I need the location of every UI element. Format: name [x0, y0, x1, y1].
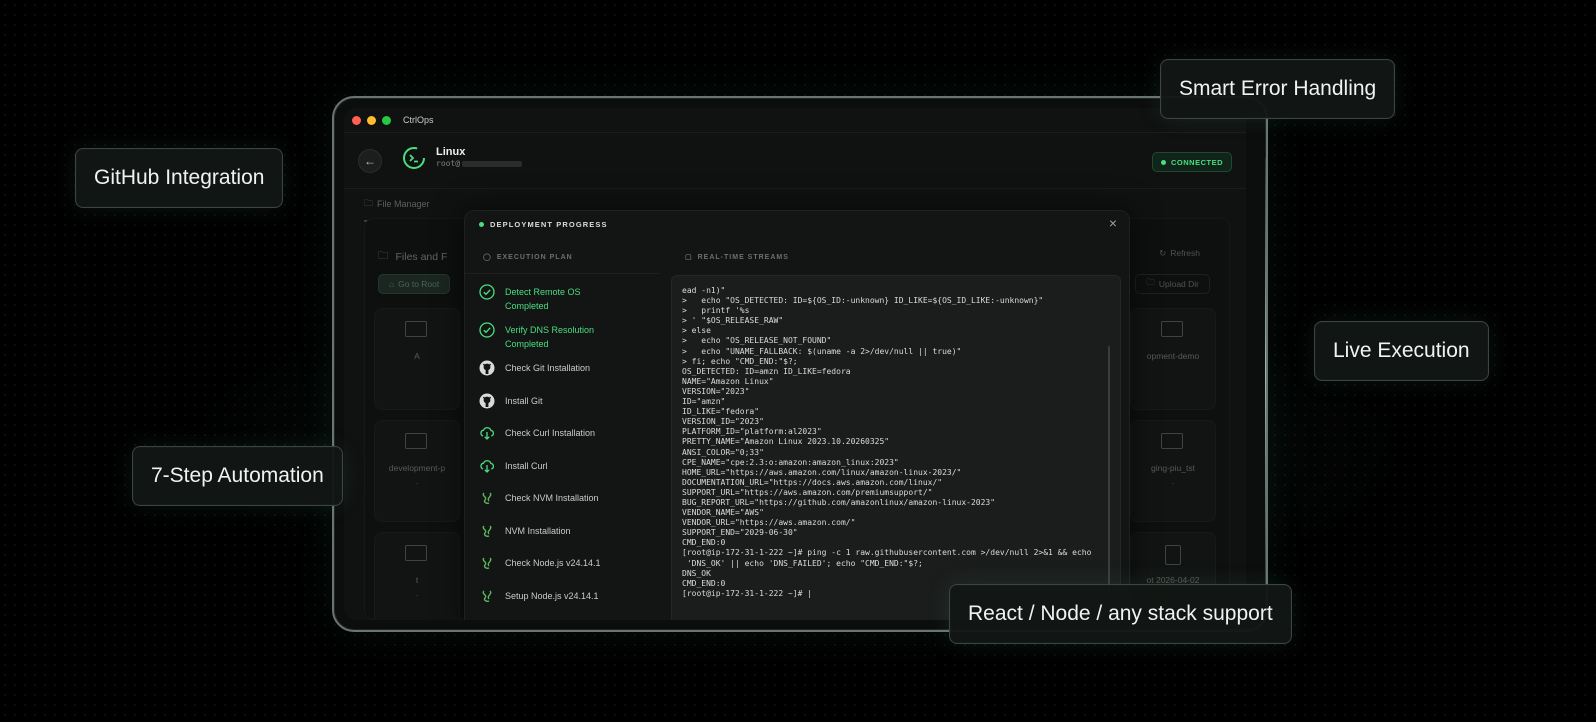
file-card[interactable]: development-p -	[374, 420, 460, 522]
terminal-logo-icon	[403, 147, 425, 169]
nodejs-icon	[482, 557, 492, 569]
github-icon	[479, 360, 495, 376]
maximize-window-button[interactable]	[382, 115, 391, 125]
host-title: Linux	[436, 146, 466, 158]
step-nvm-install: NVM Installation	[479, 523, 654, 539]
go-to-root-button[interactable]: ⌂ Go to Root	[378, 274, 451, 294]
check-circle-icon	[479, 322, 495, 338]
cloud-download-icon	[480, 460, 495, 473]
back-button[interactable]: ←	[358, 149, 382, 173]
masked-host	[462, 160, 523, 167]
terminal-icon: ▢	[685, 254, 693, 261]
folder-icon	[1161, 433, 1183, 449]
callout-live-execution: Live Execution	[1314, 321, 1489, 381]
callout-github-integration: GitHub Integration	[75, 148, 284, 208]
divider	[465, 273, 660, 274]
terminal-output[interactable]: ead -n1)" > echo "OS_DETECTED: ID=${OS_I…	[671, 275, 1121, 620]
host-user: root@	[436, 159, 523, 168]
folder-icon	[1161, 321, 1183, 337]
deployment-modal: DEPLOYMENT PROGRESS × ◯ EXECUTION PLAN D…	[464, 210, 1130, 620]
check-circle-icon	[479, 284, 495, 300]
file-card[interactable]: t -	[374, 532, 460, 620]
execution-plan: ◯ EXECUTION PLAN Detect Remote OS Complet…	[465, 239, 660, 620]
refresh-button[interactable]: ↻ Refresh	[1159, 244, 1200, 262]
close-window-button[interactable]	[352, 115, 361, 125]
status-badge: CONNECTED	[1151, 152, 1232, 172]
callout-7-step-automation: 7-Step Automation	[132, 446, 343, 506]
file-icon	[1165, 545, 1181, 565]
folder-icon	[405, 433, 427, 449]
file-manager-title: 🗀 Files and F	[378, 248, 447, 266]
step-install-git: Install Git	[479, 393, 654, 409]
window-titlebar: CtrlOps	[344, 108, 1246, 133]
file-card[interactable]: A	[374, 308, 460, 410]
upload-icon: 🗀	[1146, 277, 1155, 287]
step-check-node: Check Node.js v24.14.1	[479, 555, 654, 571]
folder-icon: 🗀	[378, 250, 389, 262]
streams-title: ▢ REAL-TIME STREAMS	[685, 253, 789, 262]
folder-icon	[405, 321, 427, 337]
status-dot-icon	[1160, 159, 1166, 165]
realtime-streams: ▢ REAL-TIME STREAMS ead -n1)" > echo "OS…	[671, 239, 1121, 620]
app-window: CtrlOps ← Linux root@ CONNECTED 🗀 File M…	[344, 108, 1246, 620]
server-header: ← Linux root@ CONNECTED	[344, 132, 1246, 189]
callout-stack-support: React / Node / any stack support	[949, 584, 1292, 644]
file-card[interactable]: ging-piu_tst -	[1130, 420, 1216, 522]
step-check-curl: Check Curl Installation	[479, 425, 654, 441]
status-dot-icon	[479, 222, 484, 227]
window-title: CtrlOps	[403, 115, 434, 125]
nodejs-icon	[482, 492, 492, 504]
home-icon: ⌂	[389, 279, 395, 289]
nodejs-icon	[482, 590, 492, 602]
step-verify-dns: Verify DNS Resolution Completed	[479, 322, 654, 351]
plan-icon: ◯	[483, 254, 492, 261]
folder-icon	[405, 545, 427, 561]
folder-icon: 🗀	[364, 198, 374, 208]
minimize-window-button[interactable]	[367, 115, 376, 125]
step-install-curl: Install Curl	[479, 458, 654, 474]
github-icon	[479, 393, 495, 409]
step-check-git: Check Git Installation	[479, 360, 654, 376]
step-check-nvm: Check NVM Installation	[479, 490, 654, 506]
callout-smart-error-handling: Smart Error Handling	[1160, 59, 1396, 119]
upload-dir-button[interactable]: 🗀 Upload Dir	[1135, 274, 1210, 294]
modal-title: DEPLOYMENT PROGRESS	[479, 220, 608, 229]
step-detect-os: Detect Remote OS Completed	[479, 284, 654, 313]
close-icon[interactable]: ×	[1109, 215, 1117, 231]
refresh-icon: ↻	[1159, 247, 1167, 258]
file-card[interactable]: opment-demo	[1130, 308, 1216, 410]
device-frame: CtrlOps ← Linux root@ CONNECTED 🗀 File M…	[332, 96, 1268, 632]
terminal-text: ead -n1)" > echo "OS_DETECTED: ID=${OS_I…	[682, 286, 1092, 598]
cloud-download-icon	[480, 427, 495, 440]
execution-plan-title: ◯ EXECUTION PLAN	[483, 253, 573, 262]
nodejs-icon	[482, 525, 492, 537]
step-setup-node: Setup Node.js v24.14.1	[479, 588, 654, 604]
terminal-scrollbar[interactable]	[1108, 346, 1110, 596]
arrow-left-icon: ←	[364, 154, 376, 168]
